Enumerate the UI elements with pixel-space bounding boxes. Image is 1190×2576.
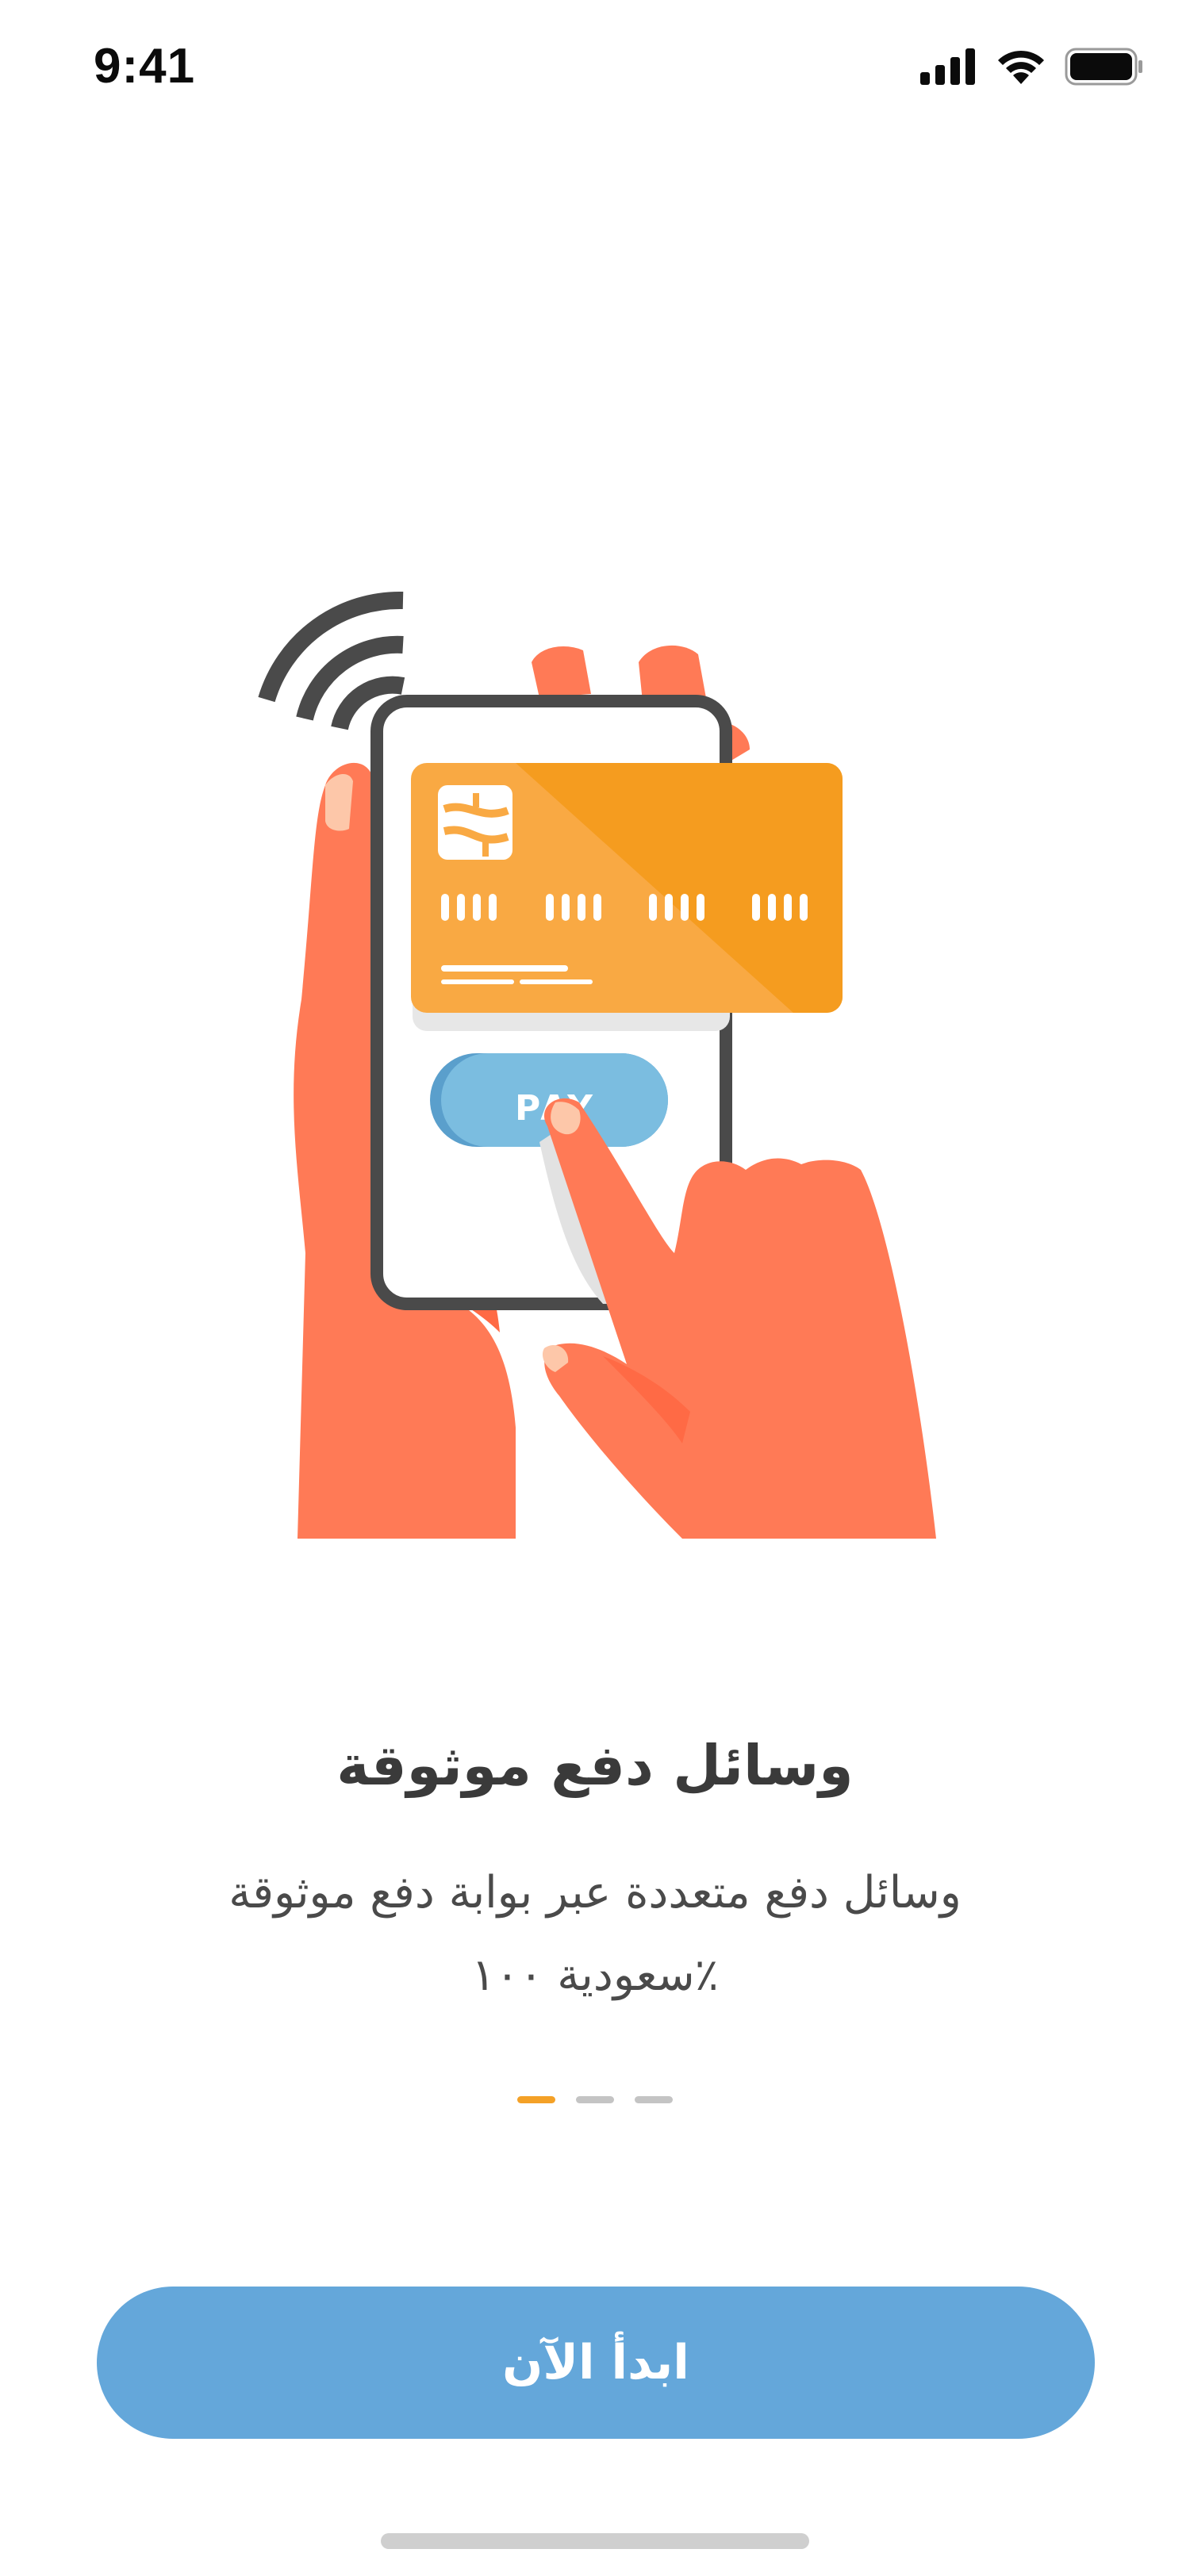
credit-card-illustration [411, 763, 843, 1013]
pay-button-illustration: PAY [430, 1053, 668, 1147]
status-bar: 9:41 [0, 0, 1190, 143]
status-time: 9:41 [94, 39, 196, 94]
onboarding-title: وسائل دفع موثوقة [336, 1733, 854, 1798]
status-icons [920, 48, 1144, 86]
page-dot-3[interactable] [635, 2096, 673, 2103]
wifi-icon [998, 50, 1044, 84]
battery-icon [1065, 48, 1142, 86]
page-dot-1[interactable] [517, 2096, 555, 2103]
page-dot-2[interactable] [576, 2096, 614, 2103]
cellular-signal-icon [920, 48, 975, 85]
page-indicator [0, 2096, 1190, 2103]
start-now-button[interactable]: ابدأ الآن [97, 2287, 1095, 2439]
onboarding-screen: 9:41 وسائل دفع موثوقة وسائل دفع متعددة ع… [0, 0, 1190, 2576]
payment-illustration: PAY [258, 591, 936, 1539]
home-indicator[interactable] [381, 2533, 809, 2549]
onboarding-subtitle: وسائل دفع متعددة عبر بوابة دفع موثوقة ٪س… [228, 1867, 962, 2001]
card-chip-icon [438, 785, 512, 860]
